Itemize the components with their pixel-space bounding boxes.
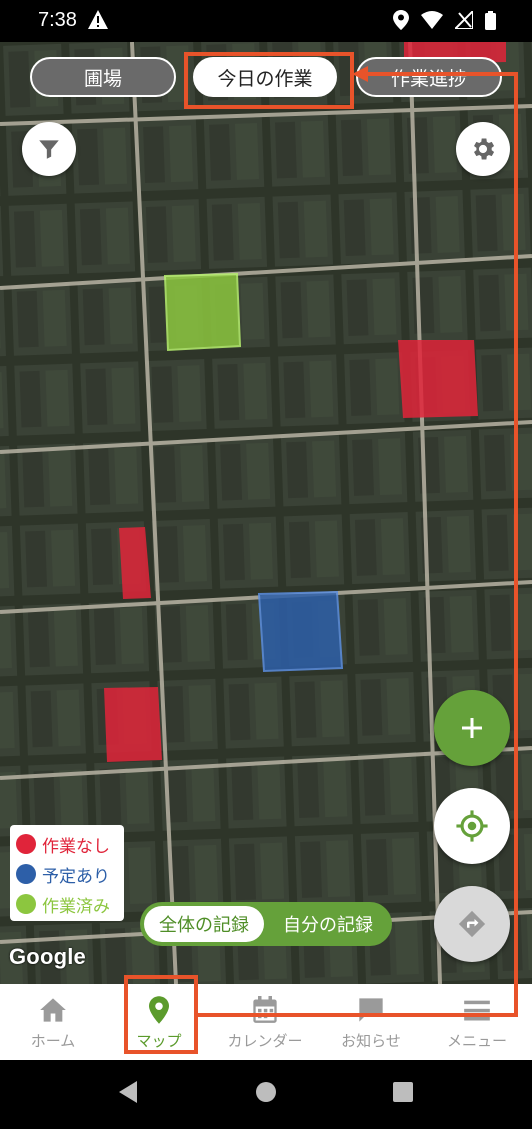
arrow-left-icon [352,66,368,82]
annotation-connector [198,66,518,1017]
